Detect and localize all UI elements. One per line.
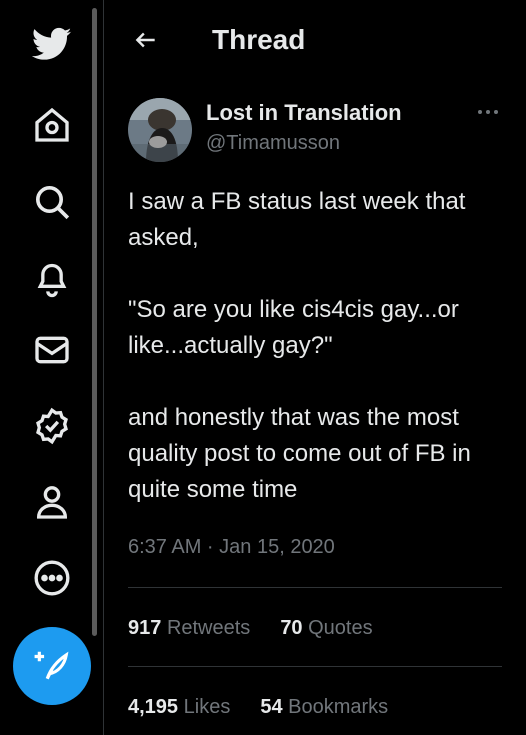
compose-tweet-button[interactable] xyxy=(13,627,91,705)
stats-row-2: 4,195 Likes 54 Bookmarks xyxy=(128,696,388,719)
back-arrow-button[interactable] xyxy=(128,22,164,58)
twitter-logo-icon[interactable] xyxy=(22,14,82,74)
tweet-text: I saw a FB status last week that asked, … xyxy=(128,188,471,503)
retweets-stat[interactable]: 917 Retweets xyxy=(128,617,250,640)
more-dots-icon xyxy=(478,110,498,114)
divider xyxy=(128,666,502,667)
notifications-bell-icon[interactable] xyxy=(22,248,82,308)
thread-column: Thread Lost in Translation @Timamusson I… xyxy=(104,0,526,735)
more-circle-icon[interactable] xyxy=(22,548,82,608)
likes-stat[interactable]: 4,195 Likes xyxy=(128,696,230,719)
thread-header: Thread xyxy=(104,0,526,80)
quotes-stat[interactable]: 70 Quotes xyxy=(280,617,372,640)
avatar[interactable] xyxy=(128,98,192,162)
tweet-timestamp[interactable]: 6:37 AM · Jan 15, 2020 xyxy=(128,536,335,559)
home-icon[interactable] xyxy=(22,95,82,155)
compose-feather-icon xyxy=(34,651,69,680)
messages-mail-icon[interactable] xyxy=(22,320,82,380)
author-handle[interactable]: @Timamusson xyxy=(206,132,340,155)
search-icon[interactable] xyxy=(22,172,82,232)
sidebar-nav xyxy=(0,0,98,735)
back-arrow-icon xyxy=(135,32,155,48)
verified-badge-icon[interactable] xyxy=(22,396,82,456)
bookmarks-stat[interactable]: 54 Bookmarks xyxy=(260,696,388,719)
more-options-button[interactable] xyxy=(472,100,504,124)
page-title: Thread xyxy=(212,24,306,55)
sidebar-scrollbar[interactable] xyxy=(92,8,97,636)
divider xyxy=(128,587,502,588)
stats-row-1: 917 Retweets 70 Quotes xyxy=(128,617,373,640)
profile-icon[interactable] xyxy=(22,472,82,532)
author-name[interactable]: Lost in Translation xyxy=(206,100,402,126)
